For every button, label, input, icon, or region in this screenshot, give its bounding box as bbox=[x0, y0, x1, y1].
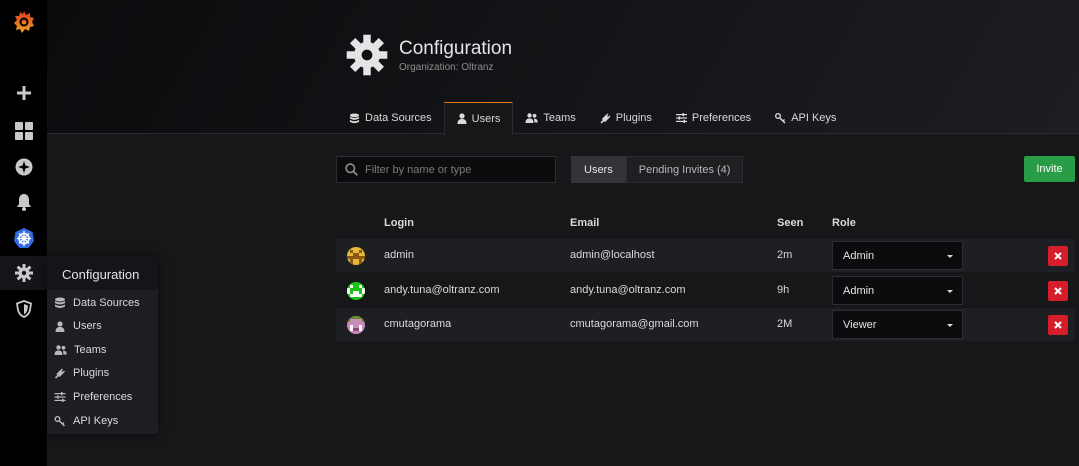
tab-label: Teams bbox=[543, 112, 576, 124]
filter-input[interactable] bbox=[365, 163, 545, 176]
tab-data-sources[interactable]: Data Sources bbox=[337, 102, 444, 134]
tab-api-keys[interactable]: API Keys bbox=[763, 102, 848, 134]
configuration-gear-icon bbox=[346, 34, 388, 81]
tab-label: API Keys bbox=[791, 112, 837, 124]
flyout-item-label: API Keys bbox=[73, 415, 119, 427]
user-icon bbox=[55, 320, 65, 332]
tab-preferences[interactable]: Preferences bbox=[664, 102, 763, 134]
invite-button[interactable]: Invite bbox=[1024, 156, 1075, 182]
avatar bbox=[347, 316, 365, 334]
bell-icon[interactable] bbox=[0, 185, 47, 219]
database-icon bbox=[349, 112, 360, 123]
tab-label: Users bbox=[471, 112, 501, 125]
flyout-item-plugins[interactable]: Plugins bbox=[54, 364, 109, 382]
column-header-email: Email bbox=[570, 217, 600, 229]
tab-plugins[interactable]: Plugins bbox=[588, 102, 664, 134]
tab-users[interactable]: Users bbox=[443, 102, 514, 135]
kubernetes-icon[interactable] bbox=[0, 221, 47, 255]
seen-cell: 2m bbox=[777, 249, 793, 261]
tab-label: Plugins bbox=[615, 112, 652, 124]
flyout-title[interactable]: Configuration bbox=[62, 267, 139, 282]
filter-box bbox=[336, 156, 556, 183]
shield-icon[interactable] bbox=[0, 292, 47, 326]
configuration-flyout-menu: Configuration Data Sources Users Teams P… bbox=[47, 256, 158, 434]
seen-cell: 9h bbox=[777, 284, 790, 296]
tab-label: Preferences bbox=[691, 112, 752, 124]
database-icon bbox=[55, 297, 65, 308]
role-select[interactable]: Admin bbox=[832, 276, 963, 305]
role-value: Admin bbox=[843, 249, 875, 262]
gear-icon[interactable] bbox=[0, 256, 47, 290]
column-header-role: Role bbox=[832, 217, 856, 229]
login-cell: admin bbox=[384, 249, 414, 261]
login-cell: cmutagorama bbox=[384, 318, 452, 330]
flyout-item-label: Users bbox=[73, 320, 102, 332]
role-value: Admin bbox=[843, 284, 875, 297]
user-icon bbox=[457, 113, 467, 124]
key-icon bbox=[54, 415, 66, 427]
tab-label: Data Sources bbox=[365, 112, 432, 124]
pending-invites-button[interactable]: Pending Invites (4) bbox=[625, 156, 744, 183]
remove-user-button[interactable] bbox=[1048, 315, 1068, 335]
dashboards-icon[interactable] bbox=[0, 114, 47, 148]
user-view-toggle: Users Pending Invites (4) bbox=[571, 156, 744, 183]
flyout-item-users[interactable]: Users bbox=[54, 317, 102, 335]
page-subtitle: Organization: Oltranz bbox=[399, 62, 494, 73]
avatar bbox=[347, 282, 365, 300]
table-row: andy.tuna@oltranz.com andy.tuna@oltranz.… bbox=[336, 274, 1075, 307]
plus-icon[interactable] bbox=[0, 76, 47, 110]
flyout-item-label: Preferences bbox=[73, 391, 133, 403]
tab-teams[interactable]: Teams bbox=[513, 102, 587, 134]
flyout-item-api-keys[interactable]: API Keys bbox=[54, 412, 118, 430]
close-icon bbox=[1054, 287, 1062, 295]
key-icon bbox=[775, 112, 786, 124]
explore-compass-icon[interactable] bbox=[0, 150, 47, 184]
caret-down-icon bbox=[947, 324, 953, 327]
sliders-icon bbox=[54, 392, 66, 402]
plug-icon bbox=[54, 368, 65, 379]
remove-user-button[interactable] bbox=[1048, 281, 1068, 301]
column-header-login: Login bbox=[384, 217, 414, 229]
avatar bbox=[347, 247, 365, 265]
team-icon bbox=[525, 113, 539, 123]
tab-bar: Data Sources Users Teams Plugins Prefere… bbox=[337, 102, 848, 135]
flyout-item-label: Plugins bbox=[73, 367, 110, 379]
flyout-item-label: Data Sources bbox=[73, 297, 140, 309]
close-icon bbox=[1054, 252, 1062, 260]
table-row: cmutagorama cmutagorama@gmail.com 2M Vie… bbox=[336, 308, 1075, 341]
side-menu bbox=[0, 0, 47, 466]
caret-down-icon bbox=[947, 255, 953, 258]
seen-cell: 2M bbox=[777, 318, 793, 330]
caret-down-icon bbox=[947, 290, 953, 293]
page-header: Configuration Organization: Oltranz Data… bbox=[47, 0, 1079, 135]
remove-user-button[interactable] bbox=[1048, 246, 1068, 266]
users-button[interactable]: Users bbox=[571, 156, 626, 183]
email-cell: andy.tuna@oltranz.com bbox=[570, 284, 686, 296]
page-title: Configuration bbox=[399, 38, 513, 59]
close-icon bbox=[1054, 321, 1062, 329]
flyout-item-teams[interactable]: Teams bbox=[54, 341, 106, 359]
grafana-logo-icon[interactable] bbox=[0, 5, 47, 39]
email-cell: cmutagorama@gmail.com bbox=[570, 318, 699, 330]
team-icon bbox=[54, 345, 67, 355]
role-select[interactable]: Viewer bbox=[832, 310, 963, 339]
sliders-icon bbox=[675, 113, 687, 123]
flyout-item-data-sources[interactable]: Data Sources bbox=[54, 294, 140, 312]
column-header-seen: Seen bbox=[777, 217, 804, 229]
table-row: admin admin@localhost 2m Admin bbox=[336, 239, 1075, 272]
email-cell: admin@localhost bbox=[570, 249, 655, 261]
role-value: Viewer bbox=[843, 318, 877, 331]
flyout-item-label: Teams bbox=[74, 344, 107, 356]
login-cell: andy.tuna@oltranz.com bbox=[384, 284, 500, 296]
plug-icon bbox=[600, 113, 611, 124]
flyout-item-preferences[interactable]: Preferences bbox=[54, 388, 132, 406]
search-icon bbox=[345, 163, 358, 176]
role-select[interactable]: Admin bbox=[832, 241, 963, 270]
